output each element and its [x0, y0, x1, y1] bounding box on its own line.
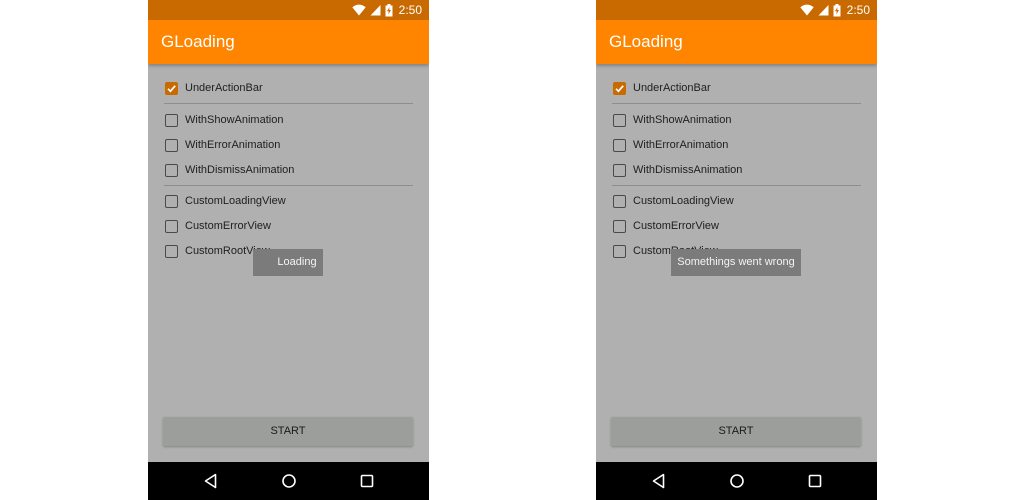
- option-custom-loading-view[interactable]: CustomLoadingView: [165, 191, 286, 211]
- option-label: CustomErrorView: [633, 220, 719, 232]
- checkbox[interactable]: [165, 138, 178, 152]
- option-label: UnderActionBar: [185, 82, 263, 94]
- option-custom-error-view[interactable]: CustomErrorView: [165, 216, 271, 236]
- checkbox-checked[interactable]: [613, 81, 626, 95]
- checkbox[interactable]: [165, 219, 178, 233]
- divider: [164, 185, 413, 186]
- start-button[interactable]: START: [611, 417, 861, 446]
- option-under-action-bar[interactable]: UnderActionBar: [613, 78, 711, 98]
- option-with-show-animation[interactable]: WithShowAnimation: [165, 110, 283, 130]
- option-custom-loading-view[interactable]: CustomLoadingView: [613, 191, 734, 211]
- option-with-error-animation[interactable]: WithErrorAnimation: [613, 135, 728, 155]
- recents-icon[interactable]: [358, 472, 376, 490]
- action-bar: GLoading: [148, 20, 429, 64]
- option-with-error-animation[interactable]: WithErrorAnimation: [165, 135, 280, 155]
- checkbox-checked[interactable]: [165, 81, 178, 95]
- checkmark-icon: [615, 84, 624, 92]
- checkbox[interactable]: [613, 163, 626, 177]
- option-label: WithShowAnimation: [633, 114, 732, 126]
- loading-toast: Loading: [253, 249, 323, 276]
- option-custom-error-view[interactable]: CustomErrorView: [613, 216, 719, 236]
- option-label: UnderActionBar: [633, 82, 711, 94]
- option-with-show-animation[interactable]: WithShowAnimation: [613, 110, 731, 130]
- navigation-bar: [596, 462, 877, 500]
- divider: [164, 103, 413, 104]
- content-area: UnderActionBar WithShowAnimation WithErr…: [148, 64, 429, 462]
- home-icon[interactable]: [728, 472, 746, 490]
- checkbox[interactable]: [613, 194, 626, 208]
- option-with-dismiss-animation[interactable]: WithDismissAnimation: [613, 160, 742, 180]
- signal-icon: [818, 5, 829, 16]
- checkbox[interactable]: [165, 163, 178, 177]
- option-label: WithErrorAnimation: [185, 139, 281, 151]
- checkbox[interactable]: [165, 194, 178, 208]
- status-bar: 2:50: [148, 0, 429, 20]
- option-label: CustomErrorView: [185, 220, 271, 232]
- option-label: WithShowAnimation: [185, 114, 284, 126]
- checkbox[interactable]: [613, 138, 626, 152]
- back-icon[interactable]: [650, 472, 668, 490]
- checkbox[interactable]: [613, 244, 626, 258]
- phone-screen-error: 2:50 GLoading UnderActionBar WithShowAni…: [596, 0, 877, 500]
- signal-icon: [370, 5, 381, 16]
- status-bar: 2:50: [596, 0, 877, 20]
- back-icon[interactable]: [202, 472, 220, 490]
- battery-charging-icon: [385, 3, 393, 16]
- option-label: CustomLoadingView: [633, 195, 734, 207]
- option-under-action-bar[interactable]: UnderActionBar: [165, 78, 263, 98]
- action-bar: GLoading: [596, 20, 877, 64]
- battery-charging-icon: [833, 3, 841, 16]
- option-label: CustomLoadingView: [185, 195, 286, 207]
- phone-screen-loading: 2:50 GLoading UnderActionBar WithShowAni…: [148, 0, 429, 500]
- wifi-icon: [351, 4, 366, 16]
- app-title: GLoading: [161, 32, 235, 51]
- checkbox[interactable]: [613, 113, 626, 127]
- error-toast: Somethings went wrong: [671, 249, 801, 276]
- status-time: 2:50: [398, 3, 422, 17]
- home-icon[interactable]: [280, 472, 298, 490]
- checkbox[interactable]: [165, 244, 178, 258]
- wifi-icon: [799, 4, 814, 16]
- start-button[interactable]: START: [163, 417, 413, 446]
- checkbox[interactable]: [165, 113, 178, 127]
- navigation-bar: [148, 462, 429, 500]
- app-title: GLoading: [609, 32, 683, 51]
- content-area: UnderActionBar WithShowAnimation WithErr…: [596, 64, 877, 462]
- checkmark-icon: [167, 84, 176, 92]
- option-label: WithDismissAnimation: [633, 164, 743, 176]
- checkbox[interactable]: [613, 219, 626, 233]
- option-label: WithDismissAnimation: [185, 164, 295, 176]
- recents-icon[interactable]: [806, 472, 824, 490]
- option-label: WithErrorAnimation: [633, 139, 729, 151]
- divider: [612, 185, 861, 186]
- divider: [612, 103, 861, 104]
- option-with-dismiss-animation[interactable]: WithDismissAnimation: [165, 160, 294, 180]
- status-time: 2:50: [846, 3, 870, 17]
